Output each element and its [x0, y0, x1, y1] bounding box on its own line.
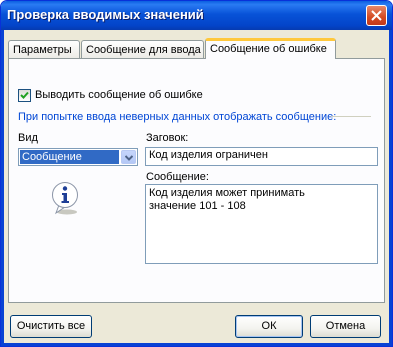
- tab-label: Сообщение об ошибке: [210, 43, 327, 55]
- tab-input-message[interactable]: Сообщение для ввода: [81, 40, 204, 58]
- error-message-panel: Выводить сообщение об ошибке При попытке…: [8, 58, 385, 303]
- window-border-bottom: [1, 343, 392, 346]
- tab-label: Сообщение для ввода: [86, 44, 201, 56]
- title-field-label: Заговок:: [146, 132, 189, 144]
- ok-button[interactable]: ОК: [235, 315, 303, 338]
- window-border-left: [1, 30, 4, 346]
- clear-all-button[interactable]: Очистить все: [10, 315, 92, 338]
- tab-parameters[interactable]: Параметры: [8, 40, 80, 58]
- style-select[interactable]: Сообщение: [18, 148, 138, 166]
- information-icon: [52, 182, 78, 215]
- chevron-down-icon: [125, 155, 133, 161]
- checkmark-icon: [20, 91, 29, 99]
- section-divider: [331, 116, 371, 117]
- style-label: Вид: [18, 132, 38, 144]
- tab-label: Параметры: [13, 44, 72, 56]
- style-select-value: Сообщение: [20, 150, 119, 164]
- close-button[interactable]: [366, 5, 387, 26]
- error-title-input[interactable]: Код изделия ограничен: [145, 147, 378, 166]
- show-error-checkbox[interactable]: [18, 89, 31, 102]
- tab-error-message[interactable]: Сообщение об ошибке: [205, 38, 336, 59]
- cancel-button[interactable]: Отмена: [310, 315, 381, 338]
- show-error-label: Выводить сообщение об ошибке: [35, 89, 203, 101]
- error-message-textarea[interactable]: Код изделия может принимать значение 101…: [145, 184, 378, 264]
- window-title: Проверка вводимых значений: [7, 7, 204, 22]
- validation-dialog: Проверка вводимых значений Параметры Соо…: [0, 0, 393, 347]
- close-icon: [371, 10, 382, 21]
- window-border-right: [389, 30, 392, 346]
- dropdown-button[interactable]: [121, 150, 136, 164]
- title-bar: Проверка вводимых значений: [1, 1, 392, 30]
- error-section-description: При попытке ввода неверных данных отобра…: [18, 111, 337, 123]
- message-field-label: Сообщение:: [146, 171, 209, 183]
